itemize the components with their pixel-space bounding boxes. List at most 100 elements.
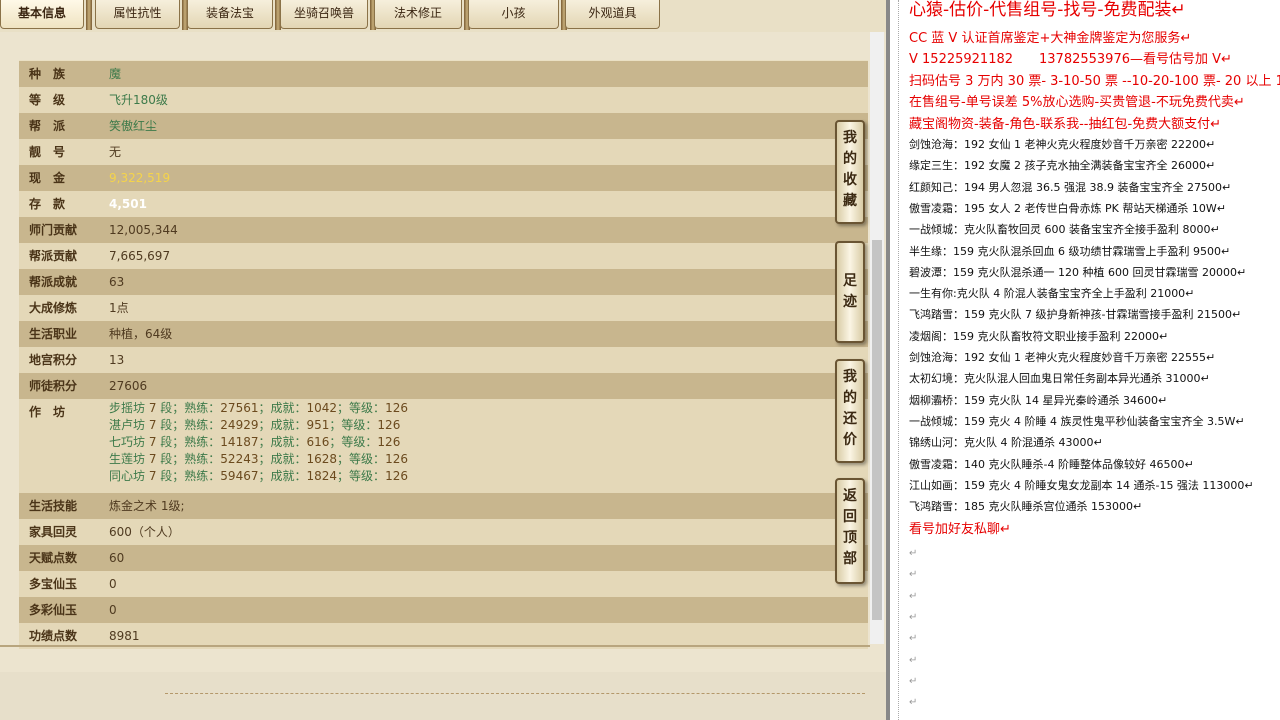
paragraph-mark: ↵ <box>909 569 918 581</box>
info-label: 多彩仙玉 <box>29 603 78 617</box>
info-value: 600（个人） <box>109 525 180 539</box>
back-to-top-button[interactable]: 返回顶部 <box>835 478 865 584</box>
document-red-line: CC 蓝 V 认证首席鉴定+大神金牌鉴定为您服务↵ <box>909 31 1192 46</box>
paragraph-mark: ↵ <box>909 654 918 666</box>
tab-0[interactable]: 基本信息 <box>0 0 84 29</box>
info-value: 0 <box>109 603 117 617</box>
info-label: 地宫积分 <box>29 353 78 367</box>
paragraph-mark: ↵ <box>909 633 918 645</box>
tab-1[interactable]: 属性抗性 <box>95 0 180 29</box>
info-row: 帮派成就 63 <box>19 269 868 295</box>
info-row: 天赋点数 60 <box>19 545 868 571</box>
side-button-char: 的 <box>843 390 857 406</box>
listing-line: 半生缘：159 克火队混杀回血 6 级功绩甘霖瑞雪上手盈利 9500↵ <box>909 244 1231 258</box>
info-label: 作 坊 <box>29 405 66 419</box>
tab-2[interactable]: 装备法宝 <box>187 0 273 29</box>
document-red-line: V 15225921182 13782553976—看号估号加 V↵ <box>909 52 1232 68</box>
scrollbar-thumb[interactable] <box>872 240 882 620</box>
info-row: 家具回灵 600（个人） <box>19 519 868 545</box>
document-footer: 看号加好友私聊↵ <box>909 522 1011 537</box>
side-button-char: 还 <box>843 411 857 427</box>
paragraph-mark: ↵ <box>909 611 918 623</box>
info-row: 师门贡献 12,005,344 <box>19 217 868 243</box>
info-value: 7,665,697 <box>109 249 171 263</box>
info-label: 帮 派 <box>29 119 66 133</box>
info-label: 生活技能 <box>29 499 78 513</box>
document-red-line: 在售组号-单号误差 5%放心选购-买贵管退-不玩免费代卖↵ <box>909 95 1245 111</box>
info-label: 家具回灵 <box>29 525 78 539</box>
listing-line: 江山如画：159 克火 4 阶睡女鬼女龙副本 14 通杀-15 强法 11300… <box>909 478 1254 492</box>
info-label: 等 级 <box>29 93 66 107</box>
listing-line: 缘定三生：192 女魔 2 孩子克水抽全满装备宝宝齐全 26000↵ <box>909 159 1216 173</box>
listing-line: 一生有你:克火队 4 阶混人装备宝宝齐全上手盈利 21000↵ <box>909 287 1195 301</box>
info-label: 多宝仙玉 <box>29 577 78 591</box>
info-label: 种 族 <box>29 67 66 81</box>
dashed-divider <box>165 693 865 694</box>
side-button-char: 我 <box>843 130 857 146</box>
info-row: 存 款 4,501 <box>19 191 868 217</box>
tab-5[interactable]: 小孩 <box>468 0 559 29</box>
info-row: 大成修炼 1点 <box>19 295 868 321</box>
side-button-char: 顶 <box>843 530 857 546</box>
info-value: 炼金之术 1级; <box>109 499 185 513</box>
document-red-line: 扫码估号 3 万内 30 票- 3-10-50 票 --10-20-100 票-… <box>909 73 1280 89</box>
info-row: 生活技能 炼金之术 1级; <box>19 493 868 519</box>
listing-line: 锦绣山河：克火队 4 阶混通杀 43000↵ <box>909 436 1103 450</box>
paragraph-mark: ↵ <box>909 590 918 602</box>
listing-line: 碧波潭：159 克火队混杀通一 120 种植 600 回灵甘霖瑞雪 20000↵ <box>909 265 1247 279</box>
info-row: 帮派贡献 7,665,697 <box>19 243 868 269</box>
info-value: 13 <box>109 353 125 367</box>
listing-line: 一战倾城：159 克火 4 阶睡 4 族灵性鬼平秒仙装备宝宝齐全 3.5W↵ <box>909 414 1245 428</box>
info-value: 0 <box>109 577 117 591</box>
info-value: 魔 <box>109 67 122 81</box>
info-value: 12,005,344 <box>109 223 178 237</box>
info-row: 现 金 9,322,519 <box>19 165 868 191</box>
side-button-char: 的 <box>843 151 857 167</box>
listing-line: 剑蚀沧海：192 女仙 1 老神火克火程度妙音千万亲密 22555↵ <box>909 351 1216 364</box>
side-button-char: 价 <box>843 432 857 448</box>
side-button-char: 部 <box>843 551 857 567</box>
listing-line: 一战倾城：克火队畜牧回灵 600 装备宝宝齐全接手盈利 8000↵ <box>909 223 1220 237</box>
info-label: 大成修炼 <box>29 301 78 315</box>
listing-line: 红颜知己：194 男人忽混 36.5 强混 38.9 装备宝宝齐全 27500↵ <box>909 180 1232 194</box>
info-row: 多宝仙玉 0 <box>19 571 868 597</box>
listing-line: 烟柳灞桥：159 克火队 14 星异光秦岭通杀 34600↵ <box>909 393 1168 407</box>
workshop-line: 同心坊 7 段；熟练：59467；成就：1824；等级：126 <box>109 469 408 483</box>
info-label: 师门贡献 <box>29 223 78 237</box>
listing-line: 飞鸿踏雪：185 克火队睡杀宫位通杀 153000↵ <box>909 500 1143 514</box>
info-row: 靓 号无 <box>19 139 868 165</box>
info-row: 生活职业 种植，64级 <box>19 321 868 347</box>
info-value: 种植，64级 <box>109 327 173 341</box>
my-offer-button[interactable]: 我的还价 <box>835 359 865 463</box>
my-favorites-button[interactable]: 我的收藏 <box>835 120 865 224</box>
info-label: 生活职业 <box>29 327 78 341</box>
info-value: 4,501 <box>109 197 147 211</box>
workshop-line: 七巧坊 7 段；熟练：14187；成就：616；等级：126 <box>109 435 401 449</box>
info-row: 种 族魔 <box>19 61 868 87</box>
info-row: 等 级 飞升180级 <box>19 87 868 113</box>
document-red-line: 藏宝阁物资-装备-角色-联系我--抽红包-免费大额支付↵ <box>909 116 1222 132</box>
listing-line: 太初幻境：克火队混人回血鬼日常任务副本异光通杀 31000↵ <box>909 372 1210 386</box>
tab-3[interactable]: 坐骑召唤兽 <box>280 0 368 29</box>
bottom-strip <box>0 672 886 720</box>
side-button-char: 迹 <box>843 294 857 310</box>
info-value: 飞升180级 <box>109 93 168 107</box>
listing-line: 剑蚀沧海：192 女仙 1 老神火克火程度妙音千万亲密 22200↵ <box>909 138 1216 151</box>
info-label: 靓 号 <box>29 145 66 159</box>
info-value: 1点 <box>109 301 129 315</box>
listing-line: 凌烟阁：159 克火队畜牧符文职业接手盈利 22000↵ <box>909 329 1169 343</box>
game-panel: 基本信息 属性抗性 装备法宝 坐骑召唤兽 法术修正 小孩 外观道具 种 族 魔等 级 飞升180… <box>0 0 886 720</box>
tab-6[interactable]: 外观道具 <box>565 0 660 29</box>
side-button-char: 收 <box>843 172 857 188</box>
workshop-line: 湛卢坊 7 段；熟练：24929；成就：951；等级：126 <box>109 418 401 432</box>
workshop-line: 步摇坊 7 段；熟练：27561；成就：1042；等级：126 <box>109 401 408 415</box>
info-label: 存 款 <box>29 197 66 211</box>
side-button-char: 足 <box>843 273 857 289</box>
footprint-button[interactable]: 足迹 <box>835 241 865 343</box>
listing-line: 傲雪凌霜：195 女人 2 老传世白骨赤炼 PK 帮站天梯通杀 10W↵ <box>909 201 1226 215</box>
listing-line: 傲雪凌霜：140 克火队睡杀-4 阶睡整体品像较好 46500↵ <box>909 457 1194 471</box>
info-value: 27606 <box>109 379 148 393</box>
tab-4[interactable]: 法术修正 <box>374 0 462 29</box>
info-row: 地宫积分 13 <box>19 347 868 373</box>
side-button-char: 藏 <box>843 193 857 209</box>
